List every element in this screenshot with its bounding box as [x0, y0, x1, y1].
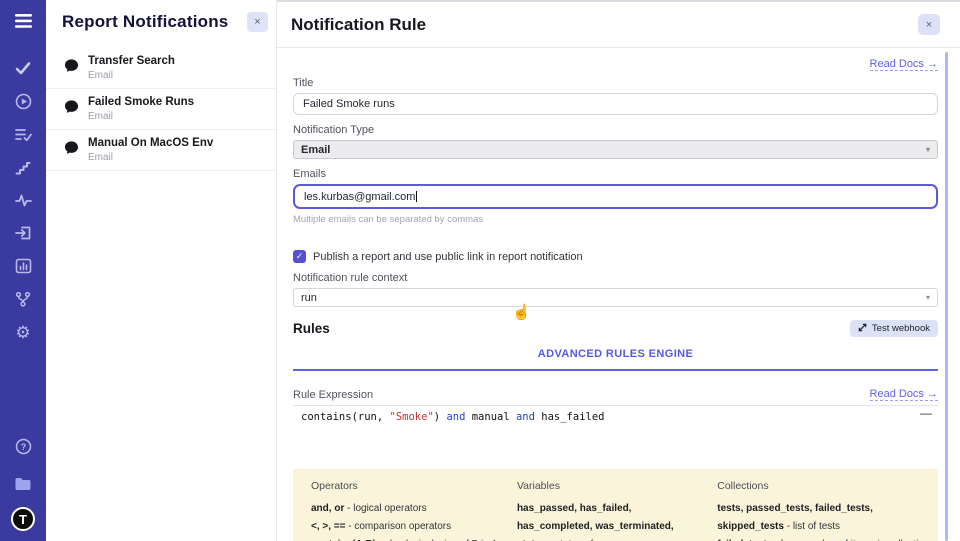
notification-rule-panel: Notification Rule × Read Docs → Title Fa…	[277, 0, 960, 541]
icon-sidebar: ⚙ ? T	[0, 0, 46, 541]
emails-label: Emails	[293, 168, 938, 180]
item-subtitle: Email	[88, 111, 194, 122]
list-item[interactable]: Manual On MacOS Env Email	[46, 130, 276, 171]
chat-bubble-icon	[64, 58, 79, 78]
vertical-scrollbar[interactable]	[945, 52, 948, 541]
variables-column: Variables has_passed, has_failed, has_co…	[517, 480, 701, 541]
read-docs-link[interactable]: Read Docs →	[870, 388, 938, 401]
steps-icon[interactable]	[14, 158, 32, 176]
help-entry: and, or - logical operators	[311, 500, 501, 518]
title-value: Failed Smoke runs	[303, 98, 395, 110]
rules-heading: Rules	[293, 321, 330, 336]
emails-hint: Multiple emails can be separated by comm…	[293, 214, 938, 225]
svg-text:?: ?	[20, 442, 26, 452]
report-notifications-panel: Report Notifications × Transfer Search E…	[46, 0, 277, 541]
test-webhook-label: Test webhook	[872, 323, 930, 334]
rule-expression-label: Rule Expression	[293, 389, 373, 401]
help-entry: has_passed, has_failed, has_completed, w…	[517, 500, 701, 541]
publish-checkbox-label: Publish a report and use public link in …	[313, 251, 583, 263]
app-logo[interactable]: T	[11, 507, 35, 531]
item-subtitle: Email	[88, 152, 213, 163]
page-title: Notification Rule	[291, 15, 426, 35]
pulse-icon[interactable]	[14, 191, 32, 209]
notification-type-value: Email	[301, 144, 330, 156]
chat-bubble-icon	[64, 99, 79, 119]
test-webhook-button[interactable]: Test webhook	[850, 320, 938, 337]
title-input[interactable]: Failed Smoke runs	[293, 93, 938, 115]
rule-expression-editor[interactable]: — contains(run, "Smoke") and manual and …	[293, 405, 938, 469]
help-entry: <, >, == - comparison operators	[311, 518, 501, 536]
chevron-down-icon: ▾	[926, 293, 930, 302]
chat-bubble-icon	[64, 140, 79, 160]
menu-icon[interactable]	[14, 12, 32, 30]
code-line: contains(run, "Smoke") and manual and ha…	[301, 411, 930, 423]
branch-icon[interactable]	[14, 290, 32, 308]
help-entry: contains(A,B) - checks inclusion of B in…	[311, 536, 501, 541]
publish-checkbox-row[interactable]: ✓ Publish a report and use public link i…	[293, 250, 938, 263]
check-icon[interactable]	[14, 59, 32, 77]
column-heading: Collections	[717, 480, 930, 492]
context-label: Notification rule context	[293, 272, 938, 284]
read-docs-link[interactable]: Read Docs →	[870, 58, 938, 71]
expression-help-panel: Operators and, or - logical operators <,…	[293, 469, 938, 541]
help-entry: failed_tests.size - number of items in c…	[717, 536, 930, 541]
item-subtitle: Email	[88, 70, 175, 81]
panel-close-button[interactable]: ×	[247, 12, 268, 32]
emails-input[interactable]: les.kurbas@gmail.com	[293, 184, 938, 209]
tab-advanced-rules-engine[interactable]: ADVANCED RULES ENGINE	[538, 348, 694, 360]
list-item[interactable]: Transfer Search Email	[46, 48, 276, 89]
context-select[interactable]: run ▾	[293, 288, 938, 307]
column-heading: Variables	[517, 480, 701, 492]
item-title: Transfer Search	[88, 55, 175, 67]
checkbox-checked-icon[interactable]: ✓	[293, 250, 306, 263]
rules-tabs: ADVANCED RULES ENGINE	[293, 344, 938, 371]
notification-type-select[interactable]: Email ▾	[293, 140, 938, 159]
collections-column: Collections tests, passed_tests, failed_…	[717, 480, 930, 541]
item-title: Manual On MacOS Env	[88, 137, 213, 149]
notification-list: Transfer Search Email Failed Smoke Runs …	[46, 48, 276, 171]
list-check-icon[interactable]	[14, 125, 32, 143]
item-title: Failed Smoke Runs	[88, 96, 194, 108]
help-entry: tests, passed_tests, failed_tests, skipp…	[717, 500, 930, 536]
title-label: Title	[293, 77, 938, 89]
context-value: run	[301, 292, 317, 304]
text-caret	[416, 191, 417, 202]
operators-column: Operators and, or - logical operators <,…	[311, 480, 501, 541]
emails-value: les.kurbas@gmail.com	[304, 191, 415, 203]
list-item[interactable]: Failed Smoke Runs Email	[46, 89, 276, 130]
close-button[interactable]: ×	[918, 14, 940, 35]
gear-icon[interactable]: ⚙	[14, 323, 32, 341]
import-icon[interactable]	[14, 224, 32, 242]
fold-marker: —	[920, 406, 932, 420]
help-icon[interactable]: ?	[14, 437, 32, 455]
docs-folder-icon[interactable]	[14, 474, 32, 492]
analytics-icon[interactable]	[14, 257, 32, 275]
app-window: ⚙ ? T Report Notifications × Transfer Se…	[0, 0, 960, 541]
notification-type-label: Notification Type	[293, 124, 938, 136]
chevron-down-icon: ▾	[926, 145, 930, 154]
column-heading: Operators	[311, 480, 501, 492]
webhook-arrows-icon	[858, 323, 867, 335]
play-circle-icon[interactable]	[14, 92, 32, 110]
panel-title: Report Notifications	[62, 12, 228, 32]
